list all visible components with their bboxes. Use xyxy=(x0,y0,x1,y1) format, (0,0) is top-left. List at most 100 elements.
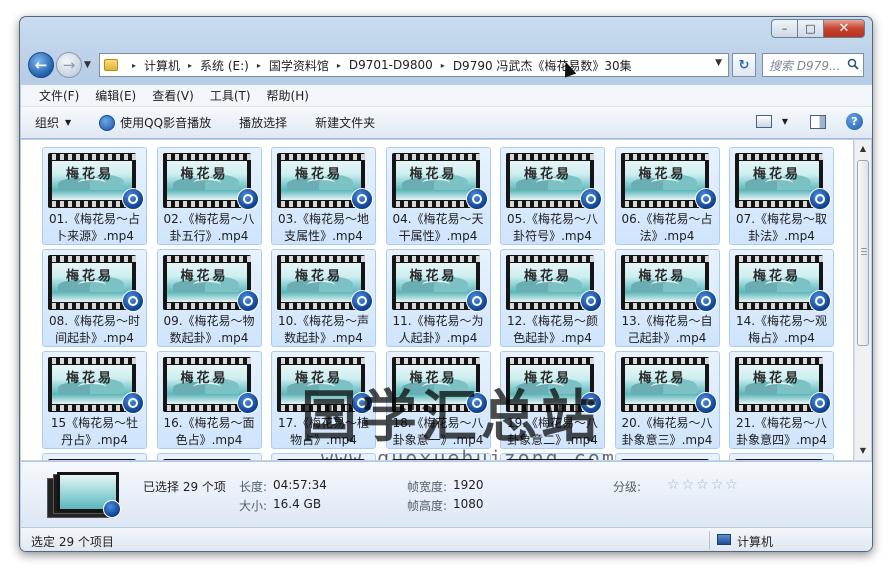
file-item[interactable]: 梅花易 16.《梅花易～面色占》.mp4 xyxy=(156,351,262,449)
scroll-down-icon[interactable]: ▼ xyxy=(855,443,871,459)
qq-player-icon xyxy=(103,500,121,518)
frame-height-value[interactable]: 1080 xyxy=(453,497,484,511)
thumbnail-calligraphy: 梅花易 xyxy=(180,269,229,284)
file-name: 02.《梅花易～八卦五行》.mp4 xyxy=(163,212,255,243)
file-item[interactable]: 梅花易 09.《梅花易～物数起卦》.mp4 xyxy=(156,249,262,347)
chevron-down-icon: ▼ xyxy=(65,118,72,127)
file-item[interactable]: 梅花易 xyxy=(729,453,834,460)
size-value: 16.4 GB xyxy=(273,497,322,511)
thumbnail-calligraphy: 梅花易 xyxy=(66,167,115,182)
breadcrumb-separator[interactable]: ▸ xyxy=(257,61,261,70)
scroll-thumb[interactable] xyxy=(857,160,869,346)
file-item[interactable]: 梅花易 xyxy=(156,453,262,460)
search-input[interactable]: 搜索 D979... xyxy=(762,53,864,77)
file-item[interactable]: 梅花易 01.《梅花易～占卜来源》.mp4 xyxy=(42,147,147,245)
breadcrumb-drive[interactable]: 系统 (E:) xyxy=(200,57,249,74)
back-button[interactable]: ← xyxy=(28,52,54,78)
menu-view[interactable]: 查看(V) xyxy=(144,87,202,104)
scroll-up-icon[interactable]: ▲ xyxy=(855,141,871,157)
file-list[interactable]: 梅花易 01.《梅花易～占卜来源》.mp4 梅花易 02.《梅花易～八卦五行》.mp4… xyxy=(21,140,853,460)
menu-edit[interactable]: 编辑(E) xyxy=(87,87,144,104)
selection-thumbnail xyxy=(47,472,121,518)
search-placeholder: 搜索 D979... xyxy=(769,58,841,73)
refresh-button[interactable]: ↻ xyxy=(732,53,756,77)
address-dropdown-icon[interactable]: ▼ xyxy=(715,58,722,68)
play-selection-button[interactable]: 播放选择 xyxy=(239,114,287,131)
file-item[interactable]: 梅花易 21.《梅花易～八卦象意四》.mp4 xyxy=(729,351,834,449)
breadcrumb-range[interactable]: D9701-D9800 xyxy=(349,58,433,72)
menu-tools[interactable]: 工具(T) xyxy=(202,87,259,104)
breadcrumb-separator[interactable]: ▸ xyxy=(337,61,341,70)
qq-player-icon xyxy=(465,290,488,312)
file-item[interactable]: 梅花易 03.《梅花易～地支属性》.mp4 xyxy=(271,147,376,245)
file-item[interactable]: 梅花易 12.《梅花易～颜色起卦》.mp4 xyxy=(500,249,605,347)
breadcrumb-computer[interactable]: 计算机 xyxy=(144,57,180,74)
qq-player-icon xyxy=(236,290,259,312)
qq-player-icon xyxy=(580,290,602,312)
rating-star-icon[interactable]: ☆ xyxy=(711,478,724,492)
file-item[interactable]: 梅花易 20.《梅花易～八卦象意三》.mp4 xyxy=(614,351,720,449)
menu-file[interactable]: 文件(F) xyxy=(31,87,87,104)
view-dropdown-icon[interactable]: ▼ xyxy=(782,117,788,126)
new-folder-label: 新建文件夹 xyxy=(315,116,376,130)
file-item[interactable]: 梅花易 xyxy=(42,453,147,460)
organize-button[interactable]: 组织 ▼ xyxy=(35,114,71,131)
qq-player-icon xyxy=(351,188,373,210)
file-item[interactable]: 梅花易 11.《梅花易～为人起卦》.mp4 xyxy=(385,249,491,347)
file-item[interactable]: 梅花易 04.《梅花易～天干属性》.mp4 xyxy=(385,147,491,245)
rating-star-icon[interactable]: ☆ xyxy=(667,478,680,492)
file-item[interactable]: 梅花易 08.《梅花易～时间起卦》.mp4 xyxy=(42,249,147,347)
thumbnail-calligraphy: 梅花易 xyxy=(66,269,115,284)
thumbnail-calligraphy: 梅花易 xyxy=(180,167,229,182)
breadcrumb-library[interactable]: 国学资料馆 xyxy=(269,57,329,74)
file-name: 10.《梅花易～声数起卦》.mp4 xyxy=(277,314,370,345)
search-icon[interactable] xyxy=(847,58,859,70)
history-dropdown-icon[interactable]: ▼ xyxy=(84,60,91,70)
qq-player-icon xyxy=(694,290,717,312)
vertical-scrollbar[interactable]: ▲ ▼ xyxy=(854,140,871,460)
watermark-url: www.guoxuehuizong.com xyxy=(321,446,616,460)
frame-height-label: 帧高度: xyxy=(407,499,448,513)
folder-icon xyxy=(104,59,118,71)
frame-width-value[interactable]: 1920 xyxy=(453,478,484,492)
preview-pane-icon[interactable] xyxy=(810,114,826,129)
file-item[interactable]: 梅花易 xyxy=(614,453,720,460)
play-with-qq-button[interactable]: 使用QQ影音播放 xyxy=(99,114,211,131)
thumbnail-calligraphy: 梅花易 xyxy=(753,371,802,386)
file-item[interactable]: 梅花易 14.《梅花易～观梅占》.mp4 xyxy=(729,249,834,347)
thumbnail-calligraphy: 梅花易 xyxy=(409,167,458,182)
length-value[interactable]: 04:57:34 xyxy=(273,478,327,492)
new-folder-button[interactable]: 新建文件夹 xyxy=(315,114,375,131)
file-item[interactable]: 梅花易 15《梅花易～牡丹占》.mp4 xyxy=(42,351,147,449)
rating-stars[interactable]: ☆ ☆ ☆ ☆ ☆ xyxy=(667,478,738,492)
file-name: 03.《梅花易～地支属性》.mp4 xyxy=(277,212,370,243)
file-item[interactable]: 梅花易 07.《梅花易～取卦法》.mp4 xyxy=(729,147,834,245)
toolbar-right: ▼ ? xyxy=(755,113,863,130)
breadcrumb-current-folder[interactable]: D9790 冯武杰《梅花易数》30集 xyxy=(453,57,632,74)
file-item[interactable]: 梅花易 05.《梅花易～八卦符号》.mp4 xyxy=(500,147,605,245)
rating-star-icon[interactable]: ☆ xyxy=(682,478,695,492)
file-item[interactable]: 梅花易 13.《梅花易～自己起卦》.mp4 xyxy=(614,249,720,347)
help-icon[interactable]: ? xyxy=(846,113,863,130)
breadcrumb-separator[interactable]: ▸ xyxy=(132,61,136,70)
close-button[interactable]: ✕ xyxy=(823,19,865,38)
status-location: 计算机 xyxy=(737,535,774,549)
breadcrumb-separator[interactable]: ▸ xyxy=(441,61,445,70)
rating-label: 分级: xyxy=(613,480,642,494)
rating-star-icon[interactable]: ☆ xyxy=(725,478,738,492)
thumbnail-calligraphy: 梅花易 xyxy=(180,371,229,386)
menu-help[interactable]: 帮助(H) xyxy=(259,87,317,104)
qq-player-icon xyxy=(580,188,602,210)
rating-star-icon[interactable]: ☆ xyxy=(696,478,709,492)
play-selection-label: 播放选择 xyxy=(239,116,288,130)
file-item[interactable]: 梅花易 06.《梅花易～占法》.mp4 xyxy=(614,147,720,245)
breadcrumb-separator[interactable]: ▸ xyxy=(188,61,192,70)
change-view-icon[interactable] xyxy=(755,115,772,128)
maximize-button[interactable]: □ xyxy=(797,19,823,38)
file-item[interactable]: 梅花易 02.《梅花易～八卦五行》.mp4 xyxy=(156,147,262,245)
forward-button[interactable]: → xyxy=(56,52,82,78)
file-item[interactable]: 梅花易 10.《梅花易～声数起卦》.mp4 xyxy=(271,249,376,347)
address-bar[interactable]: ▸ 计算机 ▸ 系统 (E:) ▸ 国学资料馆 ▸ D9701-D9800 ▸ … xyxy=(99,53,729,77)
play-with-qq-label: 使用QQ影音播放 xyxy=(120,116,212,130)
minimize-button[interactable]: – xyxy=(771,19,797,38)
